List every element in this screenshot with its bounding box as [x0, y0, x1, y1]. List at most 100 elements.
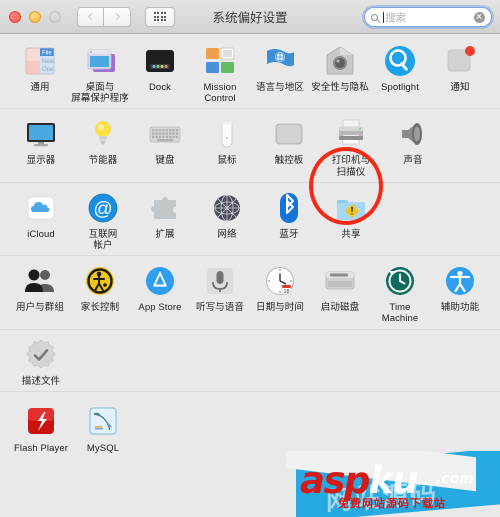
pref-item-language-region[interactable]: 语言与地区 [250, 43, 310, 104]
svg-text:18: 18 [283, 289, 289, 295]
pref-item-accessibility[interactable]: 辅助功能 [430, 263, 490, 324]
pref-item-extensions[interactable]: 扩展 [134, 190, 196, 251]
forward-button[interactable] [104, 6, 131, 27]
pref-item-mission-control[interactable]: Mission Control [190, 43, 250, 104]
pref-label: 打印机与 扫描仪 [331, 155, 371, 178]
pref-label: 共享 [341, 228, 361, 240]
navigation-buttons [77, 6, 131, 27]
window-titlebar: 系统偏好设置 搜索 [0, 0, 500, 34]
svg-text:File: File [42, 51, 52, 57]
extensions-icon [147, 190, 183, 226]
pref-item-icloud[interactable]: iCloud [10, 190, 72, 251]
pref-label: 桌面与 屏幕保护程序 [71, 82, 129, 105]
preferences-row-2: 显示器 节能器 键盘 鼠标 触控板 打印机与 扫描仪 声音 [0, 109, 500, 183]
pref-item-energy-saver[interactable]: 节能器 [72, 116, 134, 177]
users-groups-icon [22, 263, 58, 299]
language-region-icon [262, 43, 298, 79]
pref-item-security-privacy[interactable]: 安全性与隐私 [310, 43, 370, 104]
minimize-button[interactable] [29, 10, 41, 23]
pref-item-sharing[interactable]: 共享 [320, 190, 382, 251]
pref-label: 通用 [30, 82, 50, 93]
traffic-lights [9, 10, 61, 23]
pref-item-mysql[interactable]: MySQL [72, 404, 134, 454]
chevron-right-icon [112, 12, 120, 21]
parental-controls-icon [82, 263, 118, 299]
pref-item-time-machine[interactable]: Time Machine [370, 263, 430, 324]
pref-label: 节能器 [88, 155, 118, 167]
startup-disk-icon [322, 263, 358, 299]
pref-item-app-store[interactable]: App Store [130, 263, 190, 324]
svg-text:Ope: Ope [42, 67, 54, 73]
keyboard-icon [147, 116, 183, 152]
chevron-left-icon [87, 12, 96, 21]
pref-item-startup-disk[interactable]: 启动磁盘 [310, 263, 370, 324]
pref-label: Flash Player [14, 442, 68, 454]
pref-item-dictation-speech[interactable]: 听写与语音 [190, 263, 250, 324]
pref-label: 语言与地区 [255, 82, 304, 93]
back-button[interactable] [77, 6, 104, 27]
pref-label: 安全性与隐私 [311, 82, 369, 93]
profiles-icon [23, 337, 59, 373]
pref-item-dock[interactable]: Dock [130, 43, 190, 104]
pref-label: 启动磁盘 [320, 302, 360, 314]
icloud-icon [23, 190, 59, 226]
pref-label: iCloud [27, 228, 55, 240]
pref-label: 蓝牙 [279, 228, 299, 240]
pref-item-spotlight[interactable]: Spotlight [370, 43, 430, 104]
pref-item-desktop-screensaver[interactable]: 桌面与 屏幕保护程序 [70, 43, 130, 104]
svg-text:@: @ [93, 199, 112, 220]
pref-item-printers-scanners[interactable]: 打印机与 扫描仪 [320, 116, 382, 178]
pref-label: 日期与时间 [255, 302, 304, 314]
grid-icon [153, 11, 167, 22]
bluetooth-icon [271, 190, 307, 226]
third-party-row: Flash Player MySQL [0, 392, 500, 458]
search-icon [371, 13, 378, 21]
pref-item-general[interactable]: File New Ope 通用 [10, 43, 70, 104]
network-icon [209, 190, 245, 226]
sound-icon [395, 116, 431, 152]
pref-label: 描述文件 [21, 375, 61, 387]
pref-label: 用户与群组 [15, 302, 64, 314]
search-input[interactable]: 搜索 [364, 7, 492, 27]
pref-label: 键盘 [155, 155, 175, 167]
pref-label: 鼠标 [217, 155, 237, 167]
pref-label: Spotlight [381, 82, 419, 93]
show-all-button[interactable] [145, 6, 175, 27]
pref-label: 网络 [217, 228, 237, 240]
pref-item-sound[interactable]: 声音 [382, 116, 444, 177]
dictation-speech-icon [202, 263, 238, 299]
pref-item-displays[interactable]: 显示器 [10, 116, 72, 177]
pref-item-keyboard[interactable]: 键盘 [134, 116, 196, 177]
security-privacy-icon [322, 43, 358, 79]
pref-item-notifications[interactable]: 通知 [430, 43, 490, 104]
mysql-icon [85, 404, 121, 440]
pref-item-parental-controls[interactable]: 家长控制 [70, 263, 130, 324]
pref-item-users-groups[interactable]: 用户与群组 [10, 263, 70, 324]
flash-player-icon [23, 404, 59, 440]
search-container[interactable]: 搜索 [364, 7, 492, 27]
pref-item-trackpad[interactable]: 触控板 [258, 116, 320, 177]
pref-label: 声音 [403, 155, 423, 167]
energy-saver-icon [85, 116, 121, 152]
preferences-row-5: 描述文件 [0, 330, 500, 392]
pref-label: MySQL [86, 442, 120, 454]
system-preferences-window: 系统偏好设置 搜索 File New Ope 通用 桌面与 屏幕保护程序 Doc… [0, 0, 500, 517]
pref-item-profiles[interactable]: 描述文件 [10, 337, 72, 387]
trackpad-icon [271, 116, 307, 152]
pref-item-date-time[interactable]: 18 日期与时间 [250, 263, 310, 324]
pref-label: 听写与语音 [195, 302, 244, 314]
spotlight-icon [382, 43, 418, 79]
svg-text:New: New [42, 59, 55, 65]
pref-label: Time Machine [381, 302, 419, 325]
pref-item-bluetooth[interactable]: 蓝牙 [258, 190, 320, 251]
pref-item-network[interactable]: 网络 [196, 190, 258, 251]
close-button[interactable] [9, 10, 21, 23]
displays-icon [23, 116, 59, 152]
accessibility-icon [442, 263, 478, 299]
pref-item-internet-accounts[interactable]: @ 互联网 帐户 [72, 190, 134, 251]
text-caret [383, 11, 384, 23]
pref-item-flash-player[interactable]: Flash Player [10, 404, 72, 454]
pref-item-mouse[interactable]: 鼠标 [196, 116, 258, 177]
clear-icon[interactable] [474, 11, 485, 23]
date-time-icon: 18 [262, 263, 298, 299]
